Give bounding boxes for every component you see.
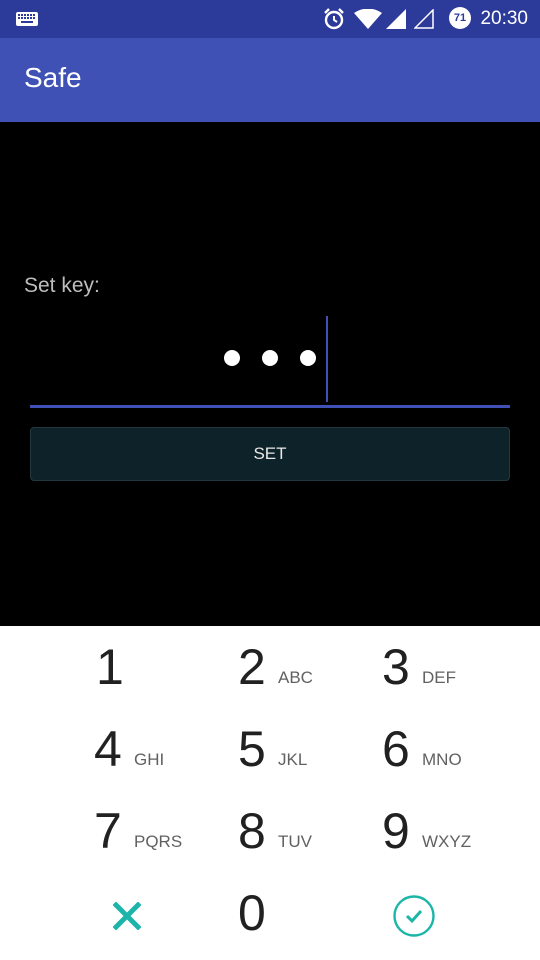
key-letters: PQRS (134, 832, 183, 851)
password-dot (300, 350, 316, 367)
keyboard-icon (16, 12, 38, 26)
key-digit: 4 (94, 721, 122, 777)
key-2[interactable]: 2 ABC (180, 626, 360, 708)
key-digit: 1 (96, 639, 124, 695)
battery-icon: 71 (449, 7, 471, 29)
app-bar: Safe (0, 38, 540, 122)
key-8[interactable]: 8 TUV (180, 790, 360, 872)
key-3[interactable]: 3 DEF (360, 626, 540, 708)
app-title: Safe (24, 62, 82, 93)
text-cursor (326, 316, 328, 402)
key-letters: MNO (422, 750, 462, 769)
key-digit: 3 (382, 639, 410, 695)
main-content: Set key: SET (0, 122, 540, 626)
set-key-label: Set key: (24, 274, 100, 297)
cell-signal-icon (386, 9, 406, 29)
key-digit: 6 (382, 721, 410, 777)
key-letters: GHI (134, 750, 165, 769)
check-circle-icon (393, 895, 435, 937)
key-digit: 9 (382, 803, 410, 859)
key-5[interactable]: 5 JKL (180, 708, 360, 790)
confirm-key[interactable] (360, 872, 540, 954)
key-digit: 8 (238, 803, 266, 859)
key-9[interactable]: 9 WXYZ (360, 790, 540, 872)
key-letters: DEF (422, 668, 456, 687)
numeric-keypad: 1 2 ABC 3 DEF 4 GHI 5 JKL 6 MNO 7 PQRS 8… (0, 626, 540, 960)
status-clock: 20:30 (480, 8, 528, 29)
status-bar: 71 20:30 (0, 0, 540, 38)
key-0[interactable]: 0 (180, 872, 360, 954)
key-password-input[interactable] (30, 316, 510, 408)
wifi-icon (354, 9, 382, 29)
key-7[interactable]: 7 PQRS (0, 790, 183, 872)
key-6[interactable]: 6 MNO (360, 708, 540, 790)
close-icon (113, 902, 141, 930)
password-dot (262, 350, 278, 367)
input-underline (30, 405, 510, 408)
key-letters: TUV (278, 832, 312, 851)
key-digit: 2 (238, 639, 266, 695)
key-digit: 0 (238, 885, 266, 941)
alarm-icon (324, 8, 344, 30)
set-button[interactable]: SET (30, 427, 510, 481)
key-1[interactable]: 1 (0, 626, 180, 708)
key-letters: WXYZ (422, 832, 472, 851)
key-letters: JKL (278, 750, 308, 769)
battery-level: 71 (453, 12, 467, 24)
key-4[interactable]: 4 GHI (0, 708, 180, 790)
cell-signal-empty-icon (414, 9, 434, 29)
password-dots (30, 344, 510, 370)
key-letters: ABC (278, 668, 313, 687)
password-dot (224, 350, 240, 367)
cancel-key[interactable] (0, 872, 180, 954)
key-digit: 7 (94, 803, 122, 859)
key-digit: 5 (238, 721, 266, 777)
